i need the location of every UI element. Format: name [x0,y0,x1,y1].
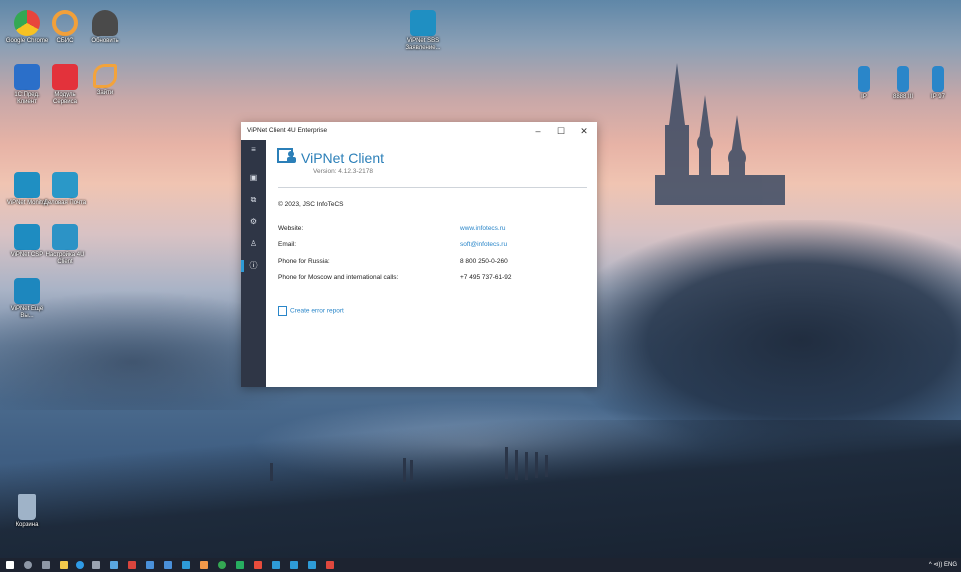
desktop-icon-settings-4u[interactable]: Настройка 4U Client [42,224,88,266]
app-icon-10[interactable] [290,561,298,569]
email-link[interactable]: soft@infotecs.ru [460,241,507,248]
app-icon-4[interactable] [164,561,172,569]
search-icon[interactable] [24,561,32,569]
start-icon[interactable] [6,561,14,569]
app-icon-11[interactable] [308,561,316,569]
shield-icon [14,172,40,198]
mail-icon [52,172,78,198]
info-icon[interactable]: ⓘ [241,258,266,274]
desktop-icon-update[interactable]: Обновить [82,10,128,45]
phone-russia-label: Phone for Russia: [278,258,330,265]
report-icon [278,306,287,316]
vipnet-icon [14,278,40,304]
app-icon-6[interactable] [200,561,208,569]
desktop-icon-mail[interactable]: Деловая Почта [42,172,88,207]
create-error-report-link[interactable]: Create error report [278,306,344,316]
taskbar: ^ ⊲)) ENG [0,558,961,572]
app-name: ViPNet Client [301,150,385,166]
app-icon-2[interactable] [128,561,136,569]
desktop-icon-zaiti[interactable]: Зайти [82,64,128,97]
file-icon [932,66,944,92]
create-error-report-label: Create error report [290,307,344,315]
app-icon-12[interactable] [326,561,334,569]
website-link[interactable]: www.infotecs.ru [460,225,506,232]
desktop-icon-ip97[interactable]: IP 97 [915,66,961,101]
task-view-icon[interactable] [42,561,50,569]
user-icon[interactable]: ♙ [241,236,266,252]
chrome-icon [14,10,40,36]
phone-moscow-value: +7 495 737-61-92 [460,274,512,281]
sidebar: ≡ ▣ ⧉ ⚙ ♙ ⓘ [241,140,266,387]
1c-client-icon [14,64,40,90]
dashboard-icon[interactable]: ▣ [241,170,266,186]
desktop-icon-recycle-bin[interactable]: Корзина [4,494,50,529]
app-icon-5[interactable] [182,561,190,569]
phone-russia-value: 8 800 250-0-260 [460,258,508,265]
file-icon [897,66,909,92]
file-explorer-icon[interactable] [60,561,68,569]
document-icon [410,10,436,36]
website-label: Website: [278,225,304,232]
mushroom-icon [92,10,118,36]
window-title: ViPNet Client 4U Enterprise [247,127,328,134]
chrome-taskbar-icon[interactable] [218,561,226,569]
network-icon[interactable]: ⧉ [241,192,266,208]
maximize-button[interactable]: ☐ [550,124,572,138]
menu-icon[interactable]: ≡ [241,142,266,158]
vipnet-logo-icon [277,148,296,163]
about-panel: ViPNet Client Version: 4.12.3-2178 © 202… [266,140,597,387]
user-gear-icon [52,224,78,250]
vipnet-client-window: ViPNet Client 4U Enterprise – ☐ ✕ ≡ ▣ ⧉ … [241,122,597,387]
app-icon-9[interactable] [272,561,280,569]
recycle-bin-icon [18,494,36,520]
settings-icon[interactable]: ⚙ [241,214,266,230]
app-icon-1[interactable] [110,561,118,569]
file-icon [858,66,870,92]
system-tray[interactable]: ^ ⊲)) ENG [929,561,957,568]
divider [278,187,587,188]
title-bar[interactable]: ViPNet Client 4U Enterprise – ☐ ✕ [241,122,597,140]
copyright-text: © 2023, JSC InfoTeCS [278,201,344,208]
desktop-icon-vipnet-sbs[interactable]: ViPNet SBS Заявление... [400,10,446,52]
edge-icon[interactable] [76,561,84,569]
app-icon-7[interactable] [236,561,244,569]
store-icon[interactable] [92,561,100,569]
minimize-button[interactable]: – [527,124,549,138]
app-icon-8[interactable] [254,561,262,569]
wallpaper-shore [0,420,961,558]
phone-moscow-label: Phone for Moscow and international calls… [278,274,399,281]
hook-icon [93,64,117,88]
puzzle-icon [14,224,40,250]
desktop-icon-vipnet-more[interactable]: ViPNet Ещё Вы... [4,278,50,320]
app-icon-3[interactable] [146,561,154,569]
service-module-icon [52,64,78,90]
wallpaper-church [655,63,785,205]
version-text: Version: 4.12.3-2178 [313,168,373,175]
sbis-icon [52,10,78,36]
close-button[interactable]: ✕ [573,124,595,138]
email-label: Email: [278,241,297,248]
